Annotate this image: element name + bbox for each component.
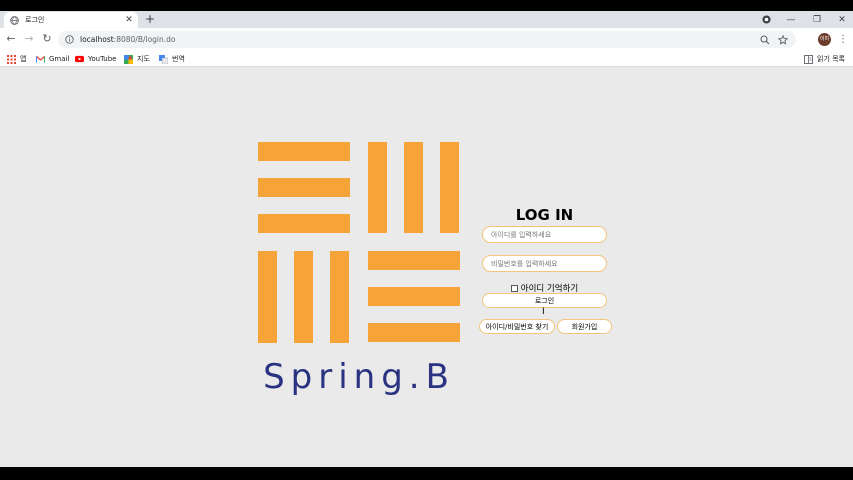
- browser-chrome: 로그인 ✕ + — ❐ ✕ ← → ↻ localhost:8080/B/log…: [0, 11, 853, 67]
- logo-bar: [258, 251, 277, 343]
- bookmark-star-icon[interactable]: [778, 34, 788, 45]
- maps-icon: [124, 54, 133, 64]
- translate-icon: [159, 54, 168, 64]
- bookmark-label: 앱: [20, 55, 27, 63]
- bookmark-label: YouTube: [88, 55, 117, 63]
- reload-icon[interactable]: ↻: [41, 33, 53, 45]
- logo-bar: [294, 251, 313, 343]
- bookmark-label: 지도: [137, 55, 150, 63]
- media-record-icon[interactable]: [758, 11, 774, 28]
- screen: 로그인 ✕ + — ❐ ✕ ← → ↻ localhost:8080/B/log…: [0, 0, 853, 480]
- bookmark-youtube[interactable]: YouTube: [75, 53, 116, 65]
- logo-bar: [404, 142, 423, 233]
- apps-grid-icon: [7, 54, 16, 64]
- brand-text: Spring.B: [263, 357, 455, 397]
- address-bar[interactable]: localhost:8080/B/login.do: [58, 31, 796, 48]
- bookmark-label: Gmail: [49, 55, 70, 63]
- bookmark-gmail[interactable]: Gmail: [36, 53, 69, 65]
- login-title: LOG IN: [515, 206, 574, 224]
- text-cursor-icon: I: [542, 307, 545, 317]
- navigation-bar: ← → ↻ localhost:8080/B/login.do 이미 ⋮: [0, 28, 853, 51]
- logo-bar: [258, 142, 350, 161]
- spring-b-logo: [258, 142, 460, 344]
- bookmarks-bar: 앱 Gmail YouTube 지도 번역 읽기 목록: [0, 51, 853, 67]
- zoom-search-icon[interactable]: [760, 34, 770, 45]
- restore-button[interactable]: ❐: [808, 11, 826, 28]
- tab-login[interactable]: 로그인 ✕: [4, 12, 138, 28]
- reading-list-icon: [804, 54, 813, 64]
- globe-icon: [10, 15, 19, 25]
- logo-bar: [258, 178, 350, 197]
- find-account-button[interactable]: 아이디/비밀번호 찾기: [479, 319, 555, 334]
- menu-dots-icon[interactable]: ⋮: [838, 33, 848, 46]
- password-input[interactable]: [482, 255, 607, 272]
- page-content: Spring.B LOG IN 아이디 기억하기 로그인 I 아이디/비밀번호 …: [0, 67, 853, 467]
- user-id-input[interactable]: [482, 226, 607, 243]
- logo-bar: [368, 142, 387, 233]
- bookmark-label: 번역: [172, 55, 185, 63]
- signup-button[interactable]: 회원가입: [557, 319, 612, 334]
- url-text[interactable]: localhost:8080/B/login.do: [80, 35, 760, 44]
- bookmark-apps[interactable]: 앱: [7, 53, 26, 65]
- reading-list[interactable]: 읽기 목록: [804, 53, 845, 65]
- logo-bar: [258, 214, 350, 233]
- tab-close-icon[interactable]: ✕: [124, 15, 134, 25]
- top-black-bar: [0, 0, 853, 11]
- profile-avatar[interactable]: 이미: [818, 33, 831, 46]
- youtube-icon: [75, 55, 84, 64]
- logo-bar: [330, 251, 349, 343]
- bookmark-maps[interactable]: 지도: [124, 53, 150, 65]
- bookmark-translate[interactable]: 번역: [159, 53, 185, 65]
- reading-list-label: 읽기 목록: [817, 55, 845, 63]
- close-window-button[interactable]: ✕: [833, 11, 851, 28]
- url-path: :8080/B/login.do: [113, 35, 176, 44]
- url-host: localhost: [80, 35, 114, 44]
- gmail-icon: [36, 55, 45, 64]
- tab-title: 로그인: [25, 16, 45, 24]
- logo-bar: [368, 323, 460, 342]
- forward-arrow-icon[interactable]: →: [23, 33, 35, 45]
- logo-bar: [440, 142, 459, 233]
- back-arrow-icon[interactable]: ←: [5, 33, 17, 45]
- remember-checkbox[interactable]: [510, 284, 518, 292]
- logo-bar: [368, 251, 460, 270]
- login-button[interactable]: 로그인: [482, 293, 607, 308]
- new-tab-button[interactable]: +: [144, 13, 156, 25]
- site-info-icon[interactable]: [65, 35, 74, 44]
- logo-bar: [368, 287, 460, 306]
- tab-strip: 로그인 ✕ + — ❐ ✕: [0, 11, 853, 28]
- minimize-button[interactable]: —: [782, 11, 800, 28]
- bottom-black-bar: [0, 467, 853, 480]
